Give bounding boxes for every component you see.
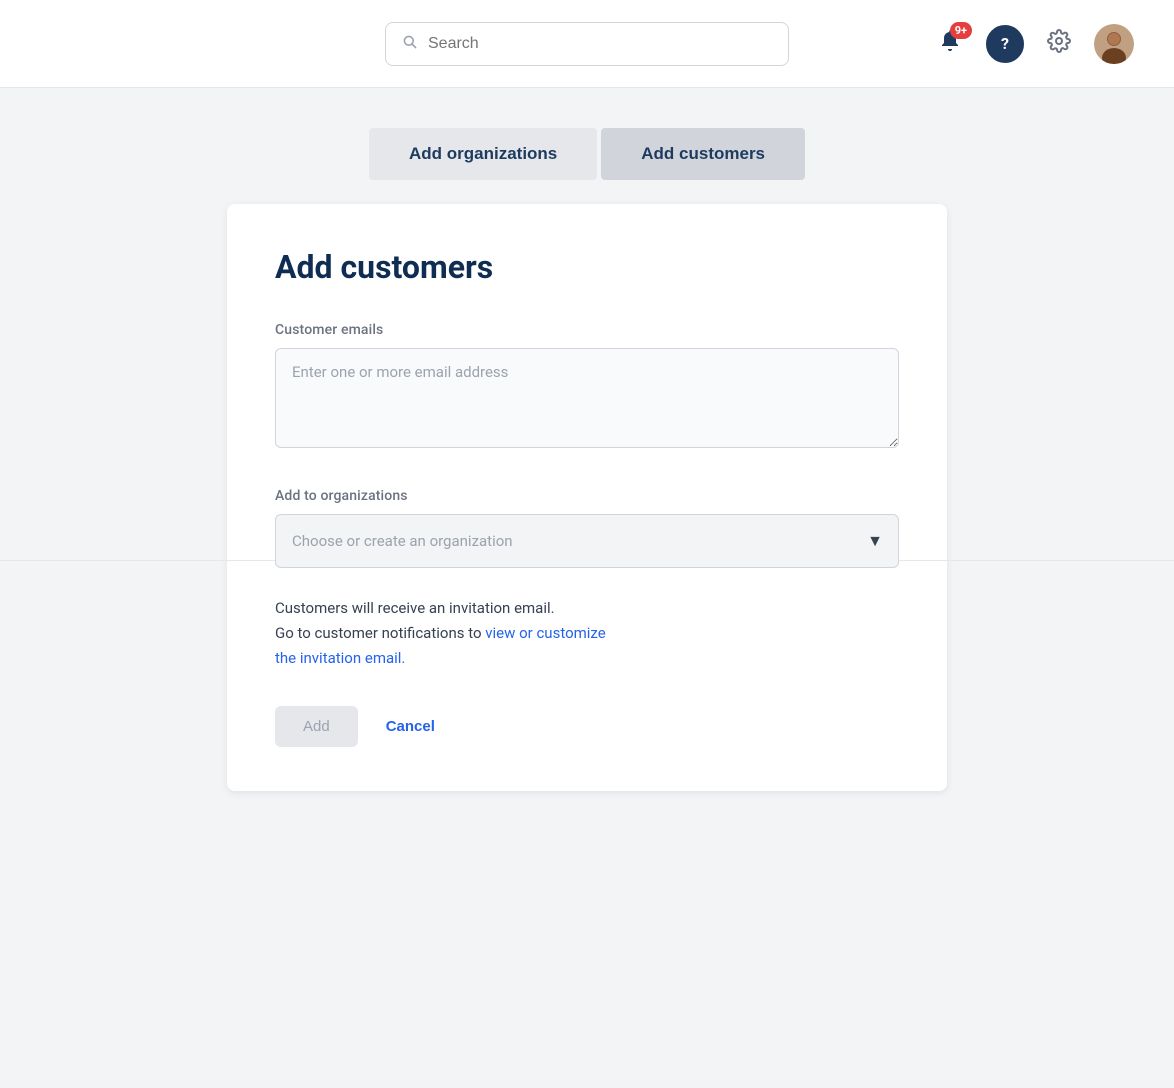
search-input[interactable]: [428, 35, 772, 53]
tab-add-organizations[interactable]: Add organizations: [369, 128, 597, 180]
settings-button[interactable]: [1040, 25, 1078, 63]
add-to-organizations-section: Add to organizations Choose or create an…: [275, 488, 899, 568]
tab-add-customers[interactable]: Add customers: [601, 128, 805, 180]
gear-icon: [1047, 29, 1071, 59]
tabs-bar: Add organizations Add customers: [367, 128, 807, 180]
add-customers-card: Add customers Customer emails Add to org…: [227, 204, 947, 791]
org-select[interactable]: Choose or create an organization: [275, 514, 899, 568]
notification-badge: 9+: [950, 22, 972, 39]
header-actions: 9+ ?: [930, 24, 1134, 64]
add-button[interactable]: Add: [275, 706, 358, 747]
org-select-wrapper: Choose or create an organization ▼: [275, 514, 899, 568]
customer-emails-label: Customer emails: [275, 322, 899, 338]
invitation-info: Customers will receive an invitation ema…: [275, 596, 899, 670]
form-actions: Add Cancel: [275, 706, 899, 747]
invitation-email-link[interactable]: view or customizethe invitation email.: [275, 624, 606, 667]
add-to-organizations-label: Add to organizations: [275, 488, 899, 504]
help-icon: ?: [1001, 34, 1009, 53]
cancel-button[interactable]: Cancel: [378, 706, 443, 747]
customer-emails-field: Customer emails: [275, 322, 899, 452]
main-content: Add organizations Add customers Add cust…: [0, 88, 1174, 851]
header: 9+ ?: [0, 0, 1174, 88]
help-button[interactable]: ?: [986, 25, 1024, 63]
card-title: Add customers: [275, 248, 899, 286]
avatar[interactable]: [1094, 24, 1134, 64]
notification-button[interactable]: 9+: [930, 24, 970, 64]
customer-emails-input[interactable]: [275, 348, 899, 448]
search-bar[interactable]: [385, 22, 789, 66]
search-icon: [402, 34, 418, 54]
